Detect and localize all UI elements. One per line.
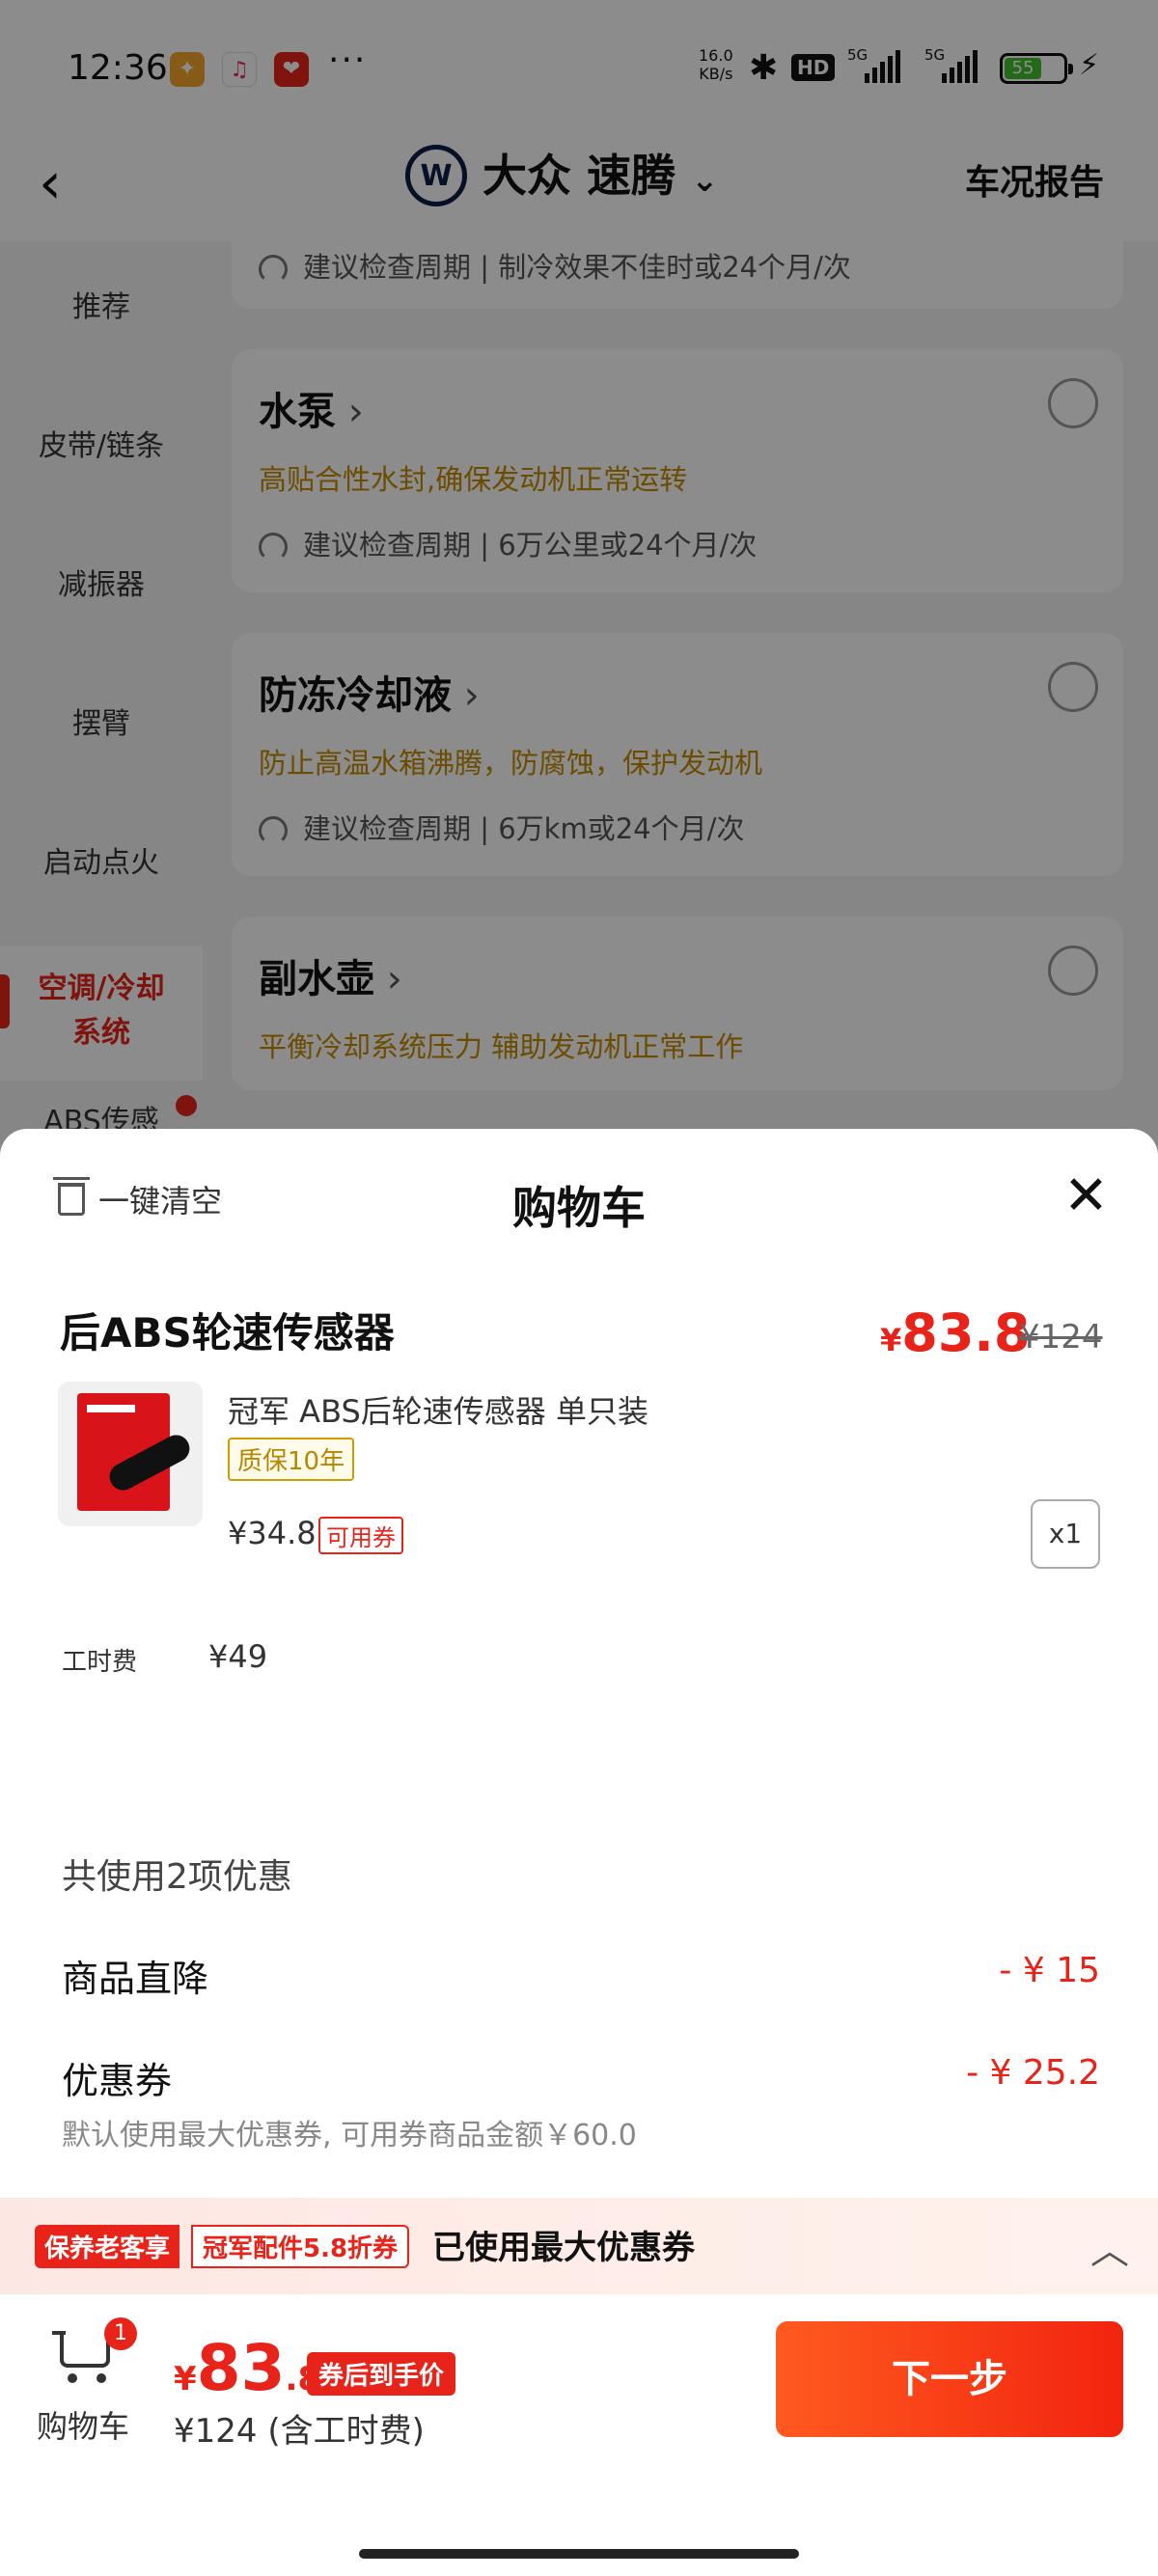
after-coupon-badge: 券后到手价 xyxy=(307,2352,456,2396)
product-image[interactable] xyxy=(58,1382,203,1526)
coupon-available-tag: 可用券 xyxy=(318,1517,403,1554)
discount-label-direct: 商品直降 xyxy=(62,1958,209,2000)
discount-value-coupon: - ¥ 25.2 xyxy=(966,2053,1100,2093)
labor-fee-label: 工时费 xyxy=(62,1648,138,1677)
next-step-button[interactable]: 下一步 xyxy=(776,2321,1123,2437)
unit-price: ¥34.8 xyxy=(228,1515,317,1551)
coupon-note: 默认使用最大优惠券, 可用券商品金额￥60.0 xyxy=(62,2119,637,2152)
product-subname: 冠军 ABS后轮速传感器 单只装 xyxy=(228,1393,648,1430)
product-name: 后ABS轮速传感器 xyxy=(60,1309,395,1357)
home-indicator[interactable] xyxy=(359,2549,799,2559)
chevron-up-icon[interactable]: ︿ xyxy=(1090,2219,1129,2275)
modal-overlay[interactable] xyxy=(0,0,1158,1196)
promo-tag-loyal: 保养老客享 xyxy=(35,2225,180,2268)
total-full-price: ¥124 (含工时费) xyxy=(174,2412,425,2451)
warranty-badge: 质保10年 xyxy=(228,1438,355,1481)
close-icon[interactable]: ✕ xyxy=(1063,1167,1109,1225)
product-price: ¥83.8 xyxy=(880,1302,1031,1363)
cart-sheet: 一键清空 购物车 ✕ 后ABS轮速传感器 ¥83.8 ¥124 冠军 ABS后轮… xyxy=(0,1129,1158,2576)
promo-bar[interactable]: 保养老客享 冠军配件5.8折券 已使用最大优惠券 ︿ xyxy=(0,2198,1158,2294)
quantity-button[interactable]: x1 xyxy=(1031,1499,1100,1569)
cart-count-badge: 1 xyxy=(104,2317,137,2350)
promo-text: 已使用最大优惠券 xyxy=(432,2229,695,2267)
discount-summary: 共使用2项优惠 xyxy=(62,1857,292,1897)
cart-label[interactable]: 购物车 xyxy=(37,2402,129,2447)
promo-tag-coupon: 冠军配件5.8折券 xyxy=(191,2225,410,2268)
discount-label-coupon: 优惠券 xyxy=(62,2060,173,2102)
total-price: ¥83.8 xyxy=(174,2331,321,2405)
labor-fee-value: ¥49 xyxy=(208,1638,268,1675)
sheet-title: 购物车 xyxy=(512,1182,646,1234)
original-price: ¥124 xyxy=(1019,1318,1103,1357)
discount-value-direct: - ¥ 15 xyxy=(999,1951,1100,1990)
